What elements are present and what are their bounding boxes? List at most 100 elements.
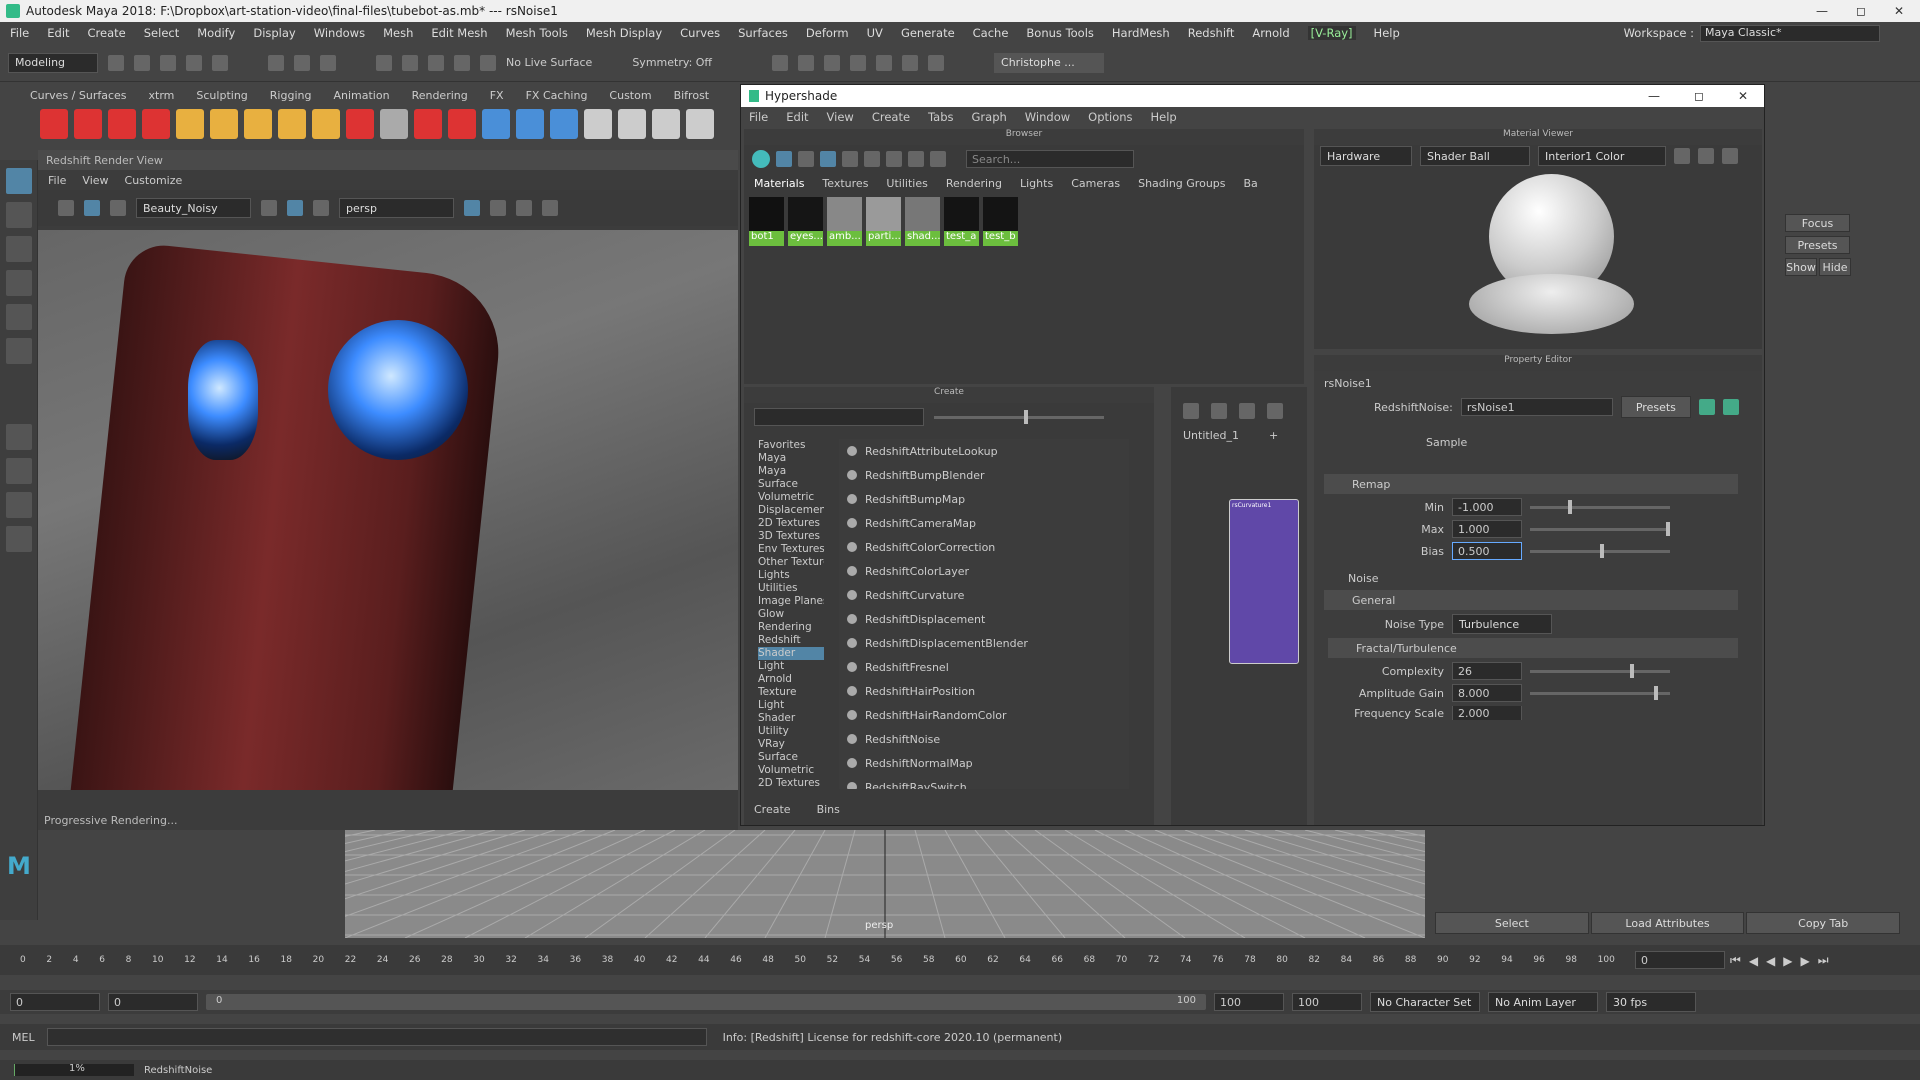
- hypershade-menu-item[interactable]: Graph: [972, 110, 1007, 124]
- layout-outliner-icon[interactable]: [6, 526, 32, 552]
- menu-item[interactable]: Help: [1374, 26, 1400, 40]
- create-tree-item[interactable]: Light: [758, 660, 824, 673]
- menu-item[interactable]: Mesh Tools: [506, 26, 568, 40]
- menu-item[interactable]: HardMesh: [1112, 26, 1170, 40]
- select-tool-icon[interactable]: [6, 168, 32, 194]
- menu-item[interactable]: Cache: [973, 26, 1009, 40]
- browser-search-input[interactable]: Search...: [966, 150, 1134, 168]
- menu-item[interactable]: Create: [88, 26, 126, 40]
- material-swatch[interactable]: parti...: [866, 197, 901, 249]
- menu-item[interactable]: Generate: [901, 26, 955, 40]
- layout-two-icon[interactable]: [6, 492, 32, 518]
- character-set-select[interactable]: No Character Set: [1370, 992, 1480, 1012]
- graph-input-icon[interactable]: [1183, 403, 1199, 419]
- shelf-tab[interactable]: Sculpting: [196, 89, 247, 102]
- create-node-item[interactable]: RedshiftAttributeLookup: [839, 439, 1129, 463]
- complexity-field[interactable]: 26: [1452, 662, 1522, 680]
- min-field[interactable]: -1.000: [1452, 498, 1522, 516]
- list-view-icon[interactable]: [798, 151, 814, 167]
- new-scene-icon[interactable]: [108, 54, 124, 71]
- bias-field[interactable]: 0.500: [1452, 542, 1522, 560]
- snap-surface-icon[interactable]: [480, 54, 496, 71]
- range-start-field[interactable]: 0: [108, 993, 198, 1011]
- material-swatch[interactable]: test_a: [944, 197, 979, 249]
- graph-tab[interactable]: Untitled_1: [1183, 429, 1239, 442]
- maximize-icon[interactable]: ◻: [1856, 4, 1866, 18]
- shelf-tool-icon[interactable]: [278, 109, 306, 139]
- create-node-item[interactable]: RedshiftNoise: [839, 727, 1129, 751]
- play-icon[interactable]: [902, 54, 919, 71]
- command-input[interactable]: [46, 1028, 707, 1046]
- create-tree-item[interactable]: Utility: [758, 725, 824, 738]
- render-settings-icon[interactable]: [824, 54, 841, 71]
- camera-select[interactable]: persp: [339, 198, 454, 218]
- min-slider[interactable]: [1530, 499, 1670, 514]
- remap-section[interactable]: Remap: [1324, 474, 1738, 494]
- complexity-slider[interactable]: [1530, 663, 1670, 678]
- close-icon[interactable]: ✕: [1738, 89, 1748, 103]
- region-icon[interactable]: [287, 200, 303, 216]
- display-options-icon[interactable]: [261, 200, 277, 216]
- shelf-tab[interactable]: Rendering: [412, 89, 468, 102]
- shelf-tab[interactable]: Rigging: [270, 89, 312, 102]
- create-tree-item[interactable]: Lights: [758, 569, 824, 582]
- ipr-render-icon[interactable]: [798, 54, 815, 71]
- menu-item[interactable]: Curves: [680, 26, 720, 40]
- browser-tab[interactable]: Utilities: [886, 177, 927, 190]
- create-node-item[interactable]: RedshiftHairPosition: [839, 679, 1129, 703]
- snap-grid-icon[interactable]: [376, 54, 392, 71]
- workspace-select[interactable]: Maya Classic*: [1700, 24, 1880, 42]
- hypershade-menu-item[interactable]: File: [749, 110, 768, 124]
- menu-item[interactable]: Edit: [47, 26, 69, 40]
- create-tree-item[interactable]: Surface: [758, 478, 824, 491]
- select-component-icon[interactable]: [320, 54, 336, 71]
- create-tree-item[interactable]: Other Textures: [758, 556, 824, 569]
- shelf-tool-icon[interactable]: [414, 109, 442, 139]
- shelf-tab[interactable]: xtrm: [149, 89, 175, 102]
- menu-item[interactable]: Display: [253, 26, 295, 40]
- focus-button[interactable]: Focus: [1785, 214, 1850, 232]
- browser-tab[interactable]: Textures: [822, 177, 868, 190]
- maximize-icon[interactable]: ◻: [1694, 89, 1704, 103]
- move-tool-icon[interactable]: [6, 270, 32, 296]
- create-tree-item[interactable]: Volumetric: [758, 491, 824, 504]
- material-swatch[interactable]: eyes...: [788, 197, 823, 249]
- symmetry-label[interactable]: Symmetry: Off: [632, 56, 712, 69]
- menu-item[interactable]: Bonus Tools: [1026, 26, 1093, 40]
- shelf-tool-icon[interactable]: [448, 109, 476, 139]
- create-tree-item[interactable]: Favorites: [758, 439, 824, 452]
- menu-item[interactable]: [V-Ray]: [1307, 26, 1356, 40]
- snap-point-icon[interactable]: [428, 54, 444, 71]
- hypershade-menu-item[interactable]: View: [827, 110, 854, 124]
- create-tree-item[interactable]: Texture: [758, 686, 824, 699]
- snapshot-icon[interactable]: [58, 200, 74, 216]
- film-icon[interactable]: [490, 200, 506, 216]
- render-image[interactable]: [38, 230, 738, 790]
- lasso-tool-icon[interactable]: [6, 202, 32, 228]
- create-tree-item[interactable]: Maya: [758, 452, 824, 465]
- copy-tab-button[interactable]: Copy Tab: [1746, 912, 1901, 934]
- create-node-item[interactable]: RedshiftDisplacementBlender: [839, 631, 1129, 655]
- create-tree-item[interactable]: Glow: [758, 608, 824, 621]
- current-frame-field[interactable]: 0: [1635, 951, 1725, 969]
- shelf-tab[interactable]: FX: [490, 89, 504, 102]
- render-view-menu-item[interactable]: Customize: [125, 174, 183, 187]
- browser-tab[interactable]: Cameras: [1071, 177, 1120, 190]
- freq-field[interactable]: 2.000: [1452, 706, 1522, 720]
- go-start-icon[interactable]: ⏮: [1730, 953, 1741, 968]
- menu-item[interactable]: Windows: [314, 26, 365, 40]
- layout-single-icon[interactable]: [6, 424, 32, 450]
- browser-tab[interactable]: Materials: [754, 177, 804, 190]
- play-back-icon[interactable]: ◀: [1766, 954, 1775, 968]
- save-scene-icon[interactable]: [160, 54, 176, 71]
- create-tree-item[interactable]: Maya: [758, 465, 824, 478]
- render-frame-icon[interactable]: [772, 54, 789, 71]
- create-tree-item[interactable]: Arnold: [758, 673, 824, 686]
- shelf-tool-icon[interactable]: [380, 109, 408, 139]
- step-forward-icon[interactable]: ▶: [1801, 954, 1810, 968]
- shelf-tool-icon[interactable]: [584, 109, 612, 139]
- mel-label[interactable]: MEL: [0, 1031, 47, 1044]
- shelf-tool-icon[interactable]: [108, 109, 136, 139]
- create-tree-item[interactable]: 2D Textures: [758, 517, 824, 530]
- anim-layer-select[interactable]: No Anim Layer: [1488, 992, 1598, 1012]
